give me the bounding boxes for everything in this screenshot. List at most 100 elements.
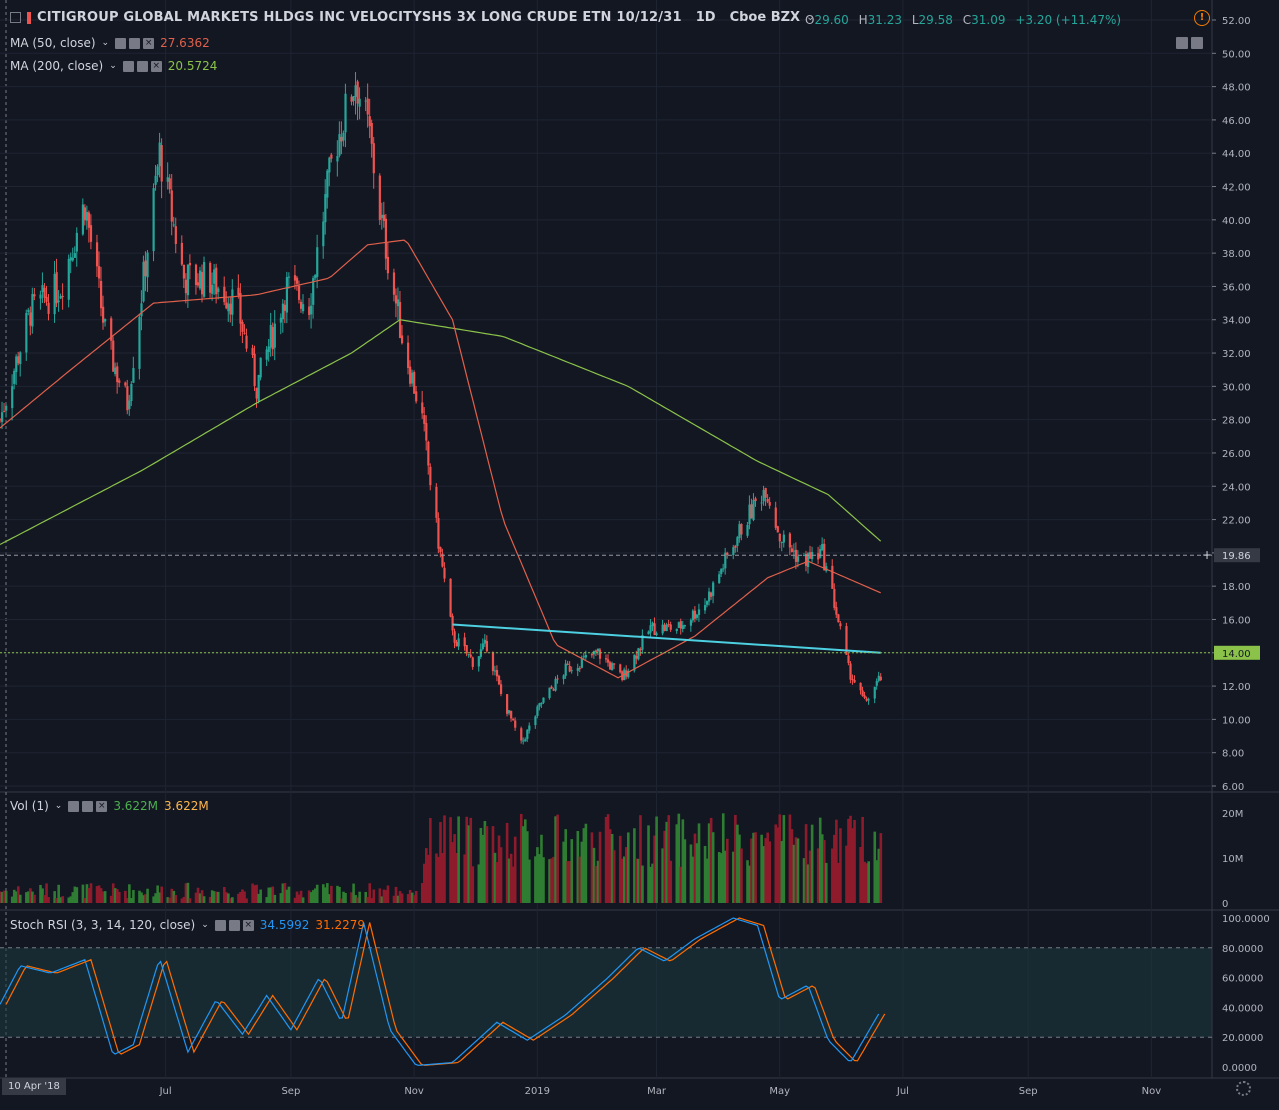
stoch-band [0,947,1212,1038]
time-tick-label: Nov [1142,1086,1162,1097]
stoch-label[interactable]: Stoch RSI (3, 3, 14, 120, close) [10,918,195,932]
stoch-legend[interactable]: Stoch RSI (3, 3, 14, 120, close) ⌄ × 34.… [10,918,365,932]
candle-body [722,568,725,570]
price-tick-label: 48.00 [1222,83,1251,94]
stoch-tick-label: 0.0000 [1222,1063,1257,1074]
volume-bar [457,816,460,903]
candle-body [124,382,127,386]
ma50-legend[interactable]: MA (50, close) ⌄ × 27.6362 [10,36,210,50]
candle-body [174,226,177,244]
chevron-down-icon[interactable]: ⌄ [201,920,209,930]
price-tick-label: 28.00 [1222,416,1251,427]
candle-body [69,257,72,261]
close-icon[interactable]: × [242,919,254,931]
volume-bar [19,894,22,903]
time-tick-label: Sep [281,1086,300,1097]
ma50-label[interactable]: MA (50, close) [10,36,96,50]
close-icon[interactable]: × [143,37,155,49]
candle-body [409,366,412,384]
candle-body [102,306,105,323]
candle-body [796,556,800,562]
candle-body [338,134,341,156]
pane-maximize-icon[interactable] [1191,37,1203,49]
candle-body [336,155,339,162]
candle-body [499,684,503,694]
candle-body [540,702,543,705]
candle-body [370,122,373,144]
symbol-title[interactable]: CITIGROUP GLOBAL MARKETS HLDGS INC VELOC… [37,10,682,25]
candle-body [596,648,600,652]
flag-icon[interactable] [27,11,31,24]
volume-bar [386,885,390,903]
close-icon[interactable]: × [96,800,108,812]
volume-bar [754,832,757,903]
volume-legend[interactable]: Vol (1) ⌄ × 3.622M 3.622M [10,799,209,813]
candle-body [85,212,89,221]
candle-body [483,639,486,644]
ma200-label[interactable]: MA (200, close) [10,59,103,73]
eye-icon[interactable] [115,37,127,49]
candle-body [326,170,329,198]
candle-body [324,194,327,223]
close-icon[interactable]: × [150,60,162,72]
candle-body [245,335,248,349]
candle-body [415,391,418,402]
ma200-legend[interactable]: MA (200, close) ⌄ × 20.5724 [10,59,217,73]
candle-body [73,253,76,258]
gear-icon[interactable] [82,800,94,812]
candle-body [526,729,529,740]
candle-body [598,649,602,659]
candle-body [354,85,357,97]
eye-icon[interactable] [214,919,226,931]
candle-body [104,319,107,322]
time-tick-label: Nov [404,1086,424,1097]
candle-body [217,288,220,293]
candle-body [144,260,147,277]
candle-body [356,81,359,104]
price-tick-label: 38.00 [1222,249,1251,260]
settings-gear-icon[interactable] [1236,1081,1251,1096]
chevron-down-icon[interactable]: ⌄ [102,38,110,48]
volume-bar [542,857,545,903]
candle-body [209,262,212,293]
volume-label[interactable]: Vol (1) [10,799,49,813]
candle-body [457,638,460,647]
volume-bar [160,886,163,903]
eye-icon[interactable] [68,800,80,812]
candle-body [180,242,183,265]
chevron-down-icon[interactable]: ⌄ [55,801,63,811]
candle-body [681,625,684,629]
volume-bar [697,823,701,903]
eye-icon[interactable] [122,60,134,72]
candle-body [706,601,709,605]
candle-body [27,309,30,313]
candle-body [439,547,442,553]
candle-body [198,270,202,289]
candle-body [239,293,242,324]
candle-body [455,642,458,647]
pane-down-icon[interactable] [1176,37,1188,49]
gear-icon[interactable] [136,60,148,72]
candle-body [53,273,56,315]
candle-body [655,633,658,636]
exchange-label[interactable]: Cboe BZX [730,10,800,25]
candle-body [427,441,430,466]
candle-body [3,410,6,412]
candle-body [297,285,301,300]
candle-body [849,663,852,680]
collapse-icon[interactable] [10,12,21,23]
chart-canvas[interactable]: 52.00 50.00 48.00 46.00 44.00 42.00 40.00 38.00… [0,0,1279,1110]
volume-bar [358,891,361,903]
candle-body [693,610,697,619]
volume-bar [471,866,475,903]
alert-icon[interactable]: ! [1194,10,1210,26]
candle-body [257,374,260,402]
gear-icon[interactable] [129,37,141,49]
chevron-down-icon[interactable]: ⌄ [109,61,117,71]
candle-body [243,332,246,334]
interval-label[interactable]: 1D [696,10,716,25]
candle-body [524,739,527,741]
change-value: +3.20 (+11.47%) [1015,13,1122,27]
gear-icon[interactable] [228,919,240,931]
candle-body [87,212,91,228]
